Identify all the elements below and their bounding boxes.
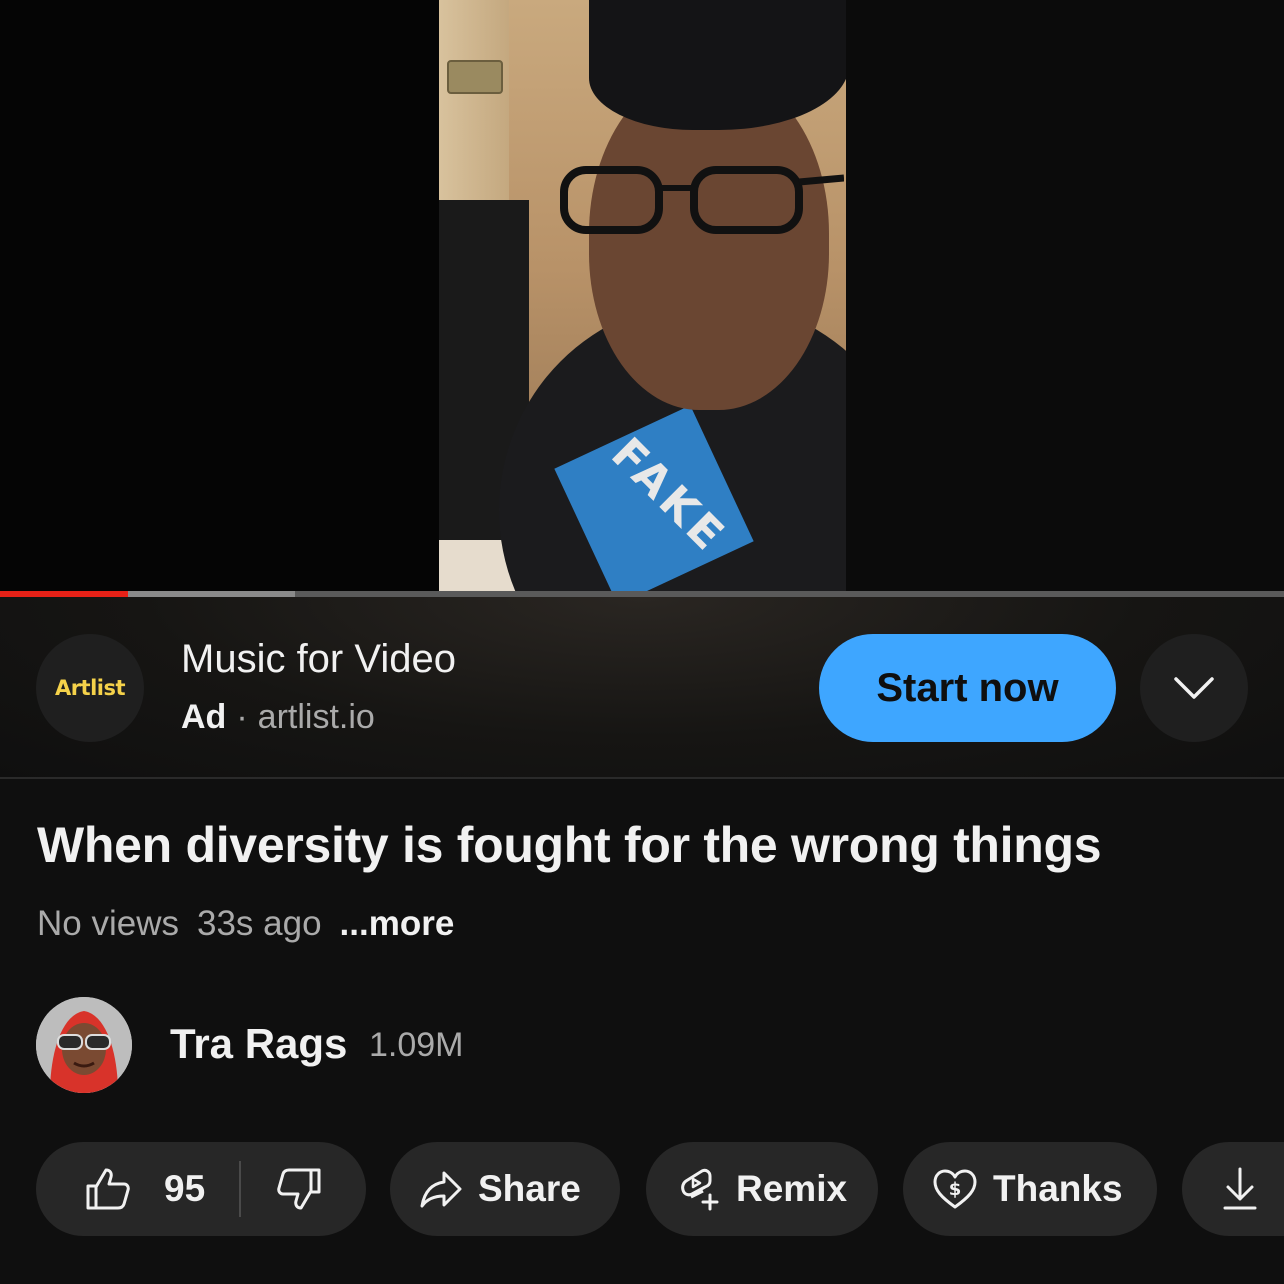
like-icon[interactable] xyxy=(84,1166,130,1212)
advertiser-logo-text: Artlist xyxy=(54,676,126,700)
dislike-icon[interactable] xyxy=(277,1166,323,1212)
meta-separator: · xyxy=(236,698,248,736)
ad-title: Music for Video xyxy=(181,637,456,681)
remix-label: Remix xyxy=(736,1168,848,1209)
avatar-illustration xyxy=(36,997,132,1093)
start-now-button[interactable]: Start now xyxy=(819,634,1116,742)
video-frame: FAKE xyxy=(439,0,846,594)
remix-button[interactable]: Remix xyxy=(646,1142,878,1236)
channel-avatar[interactable] xyxy=(36,997,132,1093)
like-separator xyxy=(239,1161,242,1217)
view-count: No views xyxy=(37,904,179,943)
share-label: Share xyxy=(478,1168,581,1209)
more-link[interactable]: ...more xyxy=(340,904,455,943)
ad-banner[interactable]: Artlist Music for Video Ad · artlist.io St… xyxy=(0,597,1284,777)
person-glasses xyxy=(560,166,844,234)
thanks-label: Thanks xyxy=(993,1168,1123,1209)
download-button[interactable] xyxy=(1182,1142,1284,1236)
remix-icon xyxy=(681,1168,719,1211)
advertiser-logo: Artlist xyxy=(36,634,144,742)
upload-age: 33s ago xyxy=(196,904,322,943)
download-icon xyxy=(1223,1167,1257,1210)
chevron-down-icon xyxy=(1174,677,1214,699)
like-count: 95 xyxy=(164,1168,206,1209)
like-dislike-group: 95 xyxy=(36,1142,366,1236)
thanks-button[interactable]: $ Thanks xyxy=(903,1142,1157,1236)
share-button[interactable]: Share xyxy=(390,1142,620,1236)
ad-meta: Ad · artlist.io xyxy=(181,698,375,737)
background-plaque xyxy=(447,60,503,94)
section-divider xyxy=(0,777,1284,779)
ad-domain: artlist.io xyxy=(257,698,375,736)
share-icon xyxy=(420,1171,462,1208)
letterbox-right xyxy=(846,0,1284,594)
ad-expand-button[interactable] xyxy=(1140,634,1248,742)
thanks-icon: $ xyxy=(933,1169,977,1209)
video-player[interactable]: FAKE xyxy=(0,0,1284,597)
subscriber-count: 1.09M xyxy=(369,1026,464,1064)
svg-text:$: $ xyxy=(949,1179,962,1200)
person-durag xyxy=(589,0,846,130)
channel-name[interactable]: Tra Rags xyxy=(170,1020,347,1068)
video-title[interactable]: When diversity is fought for the wrong t… xyxy=(37,816,1102,874)
video-meta[interactable]: No views 33s ago ...more xyxy=(37,904,472,944)
ad-badge: Ad xyxy=(181,698,227,736)
